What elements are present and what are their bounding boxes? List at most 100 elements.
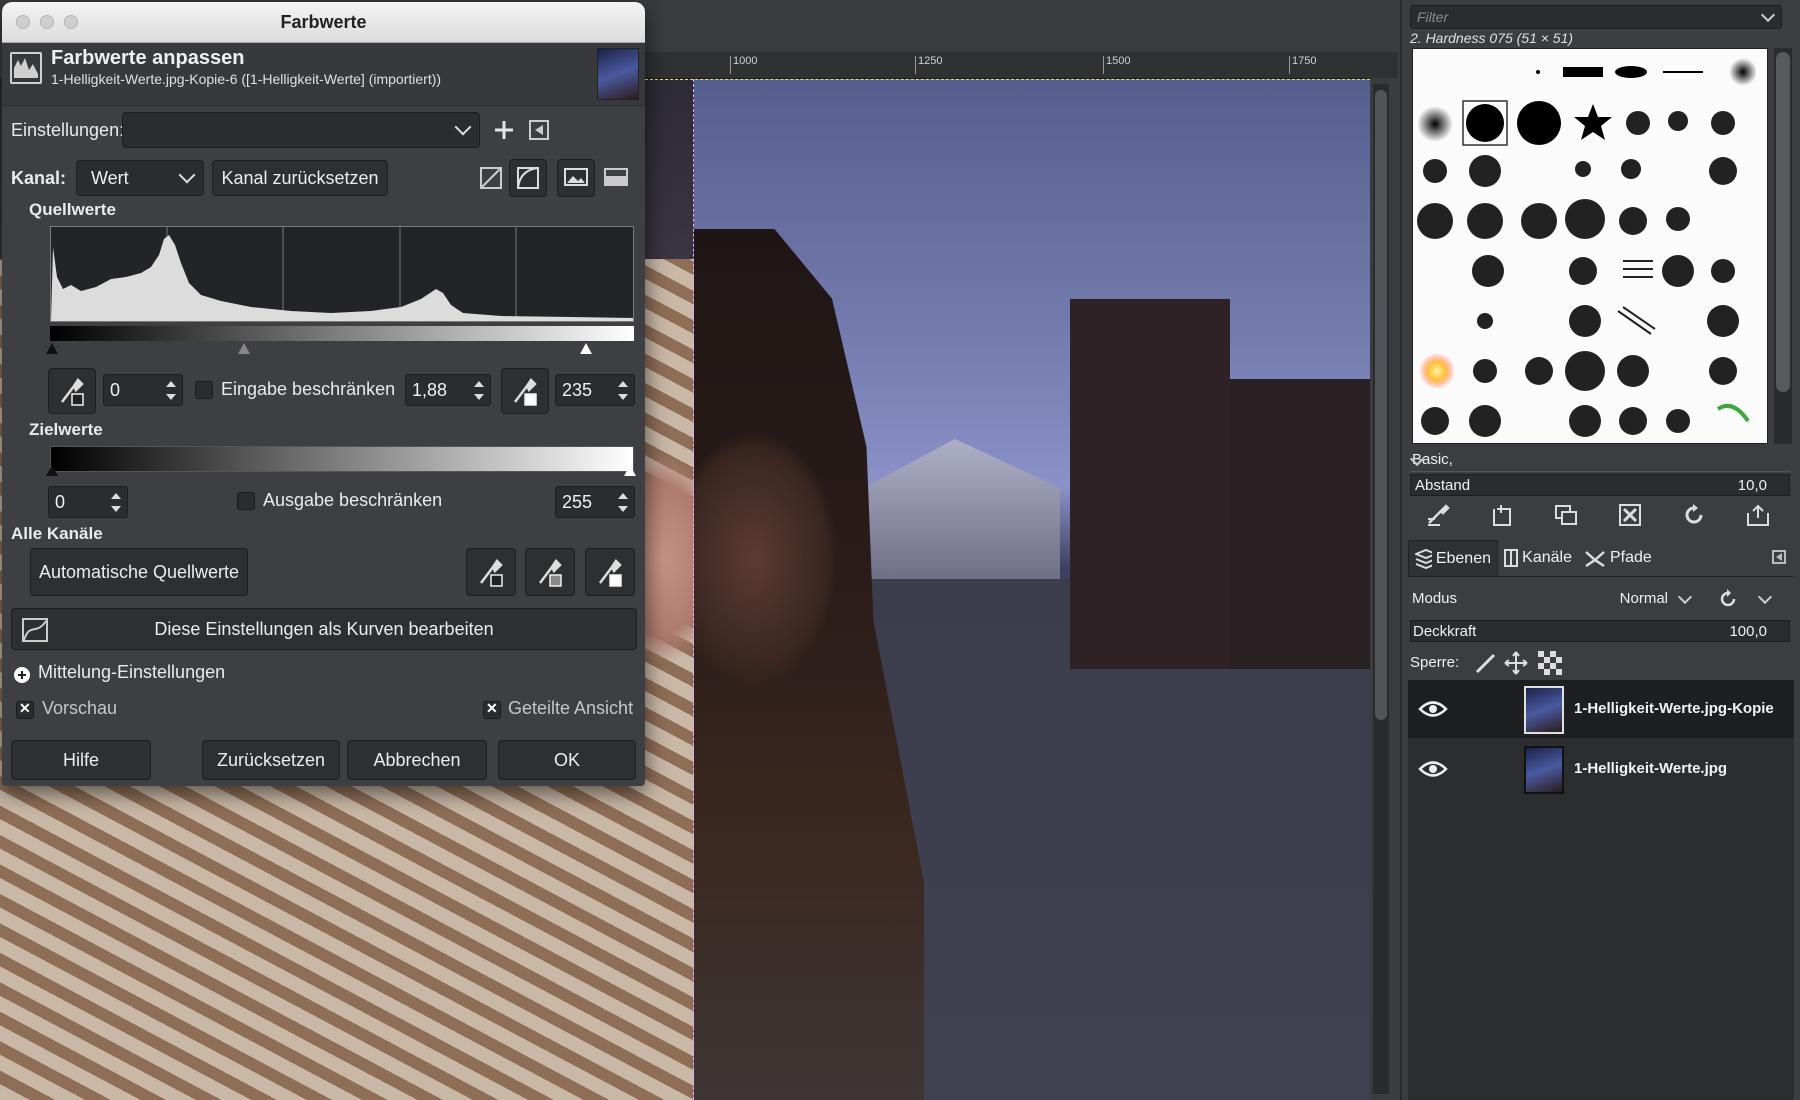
delete-brush-button[interactable] (1614, 500, 1646, 530)
ruler-tick (1103, 56, 1104, 74)
output-low-handle[interactable] (46, 465, 58, 476)
pick-black-point-button[interactable] (48, 368, 96, 414)
input-high-value: 235 (562, 380, 593, 400)
log-histogram-button[interactable] (509, 159, 547, 197)
lock-position-icon[interactable] (1504, 651, 1528, 675)
shipping-container (1230, 379, 1370, 669)
tab-kanaele[interactable]: Kanäle (1498, 540, 1578, 576)
dock-resize-handle[interactable] (1396, 600, 1402, 640)
auto-input-levels-button[interactable]: Automatische Quellwerte (30, 548, 248, 596)
help-button[interactable]: Hilfe (11, 740, 151, 780)
input-low-spinner[interactable]: 0 (103, 374, 183, 406)
edit-brush-button[interactable] (1422, 500, 1454, 530)
menu-triangle-icon (529, 120, 549, 140)
reset-button[interactable]: Zurücksetzen (202, 740, 340, 780)
spinner-arrows[interactable] (612, 487, 634, 517)
output-low-spinner[interactable]: 0 (48, 486, 128, 518)
histogram-view-button[interactable] (557, 159, 595, 197)
clamp-output-checkbox[interactable] (237, 492, 255, 510)
zoom-corner[interactable] (1370, 52, 1398, 78)
output-high-handle[interactable] (624, 465, 636, 476)
edit-brush-icon (1428, 504, 1450, 526)
input-high-handle[interactable] (580, 343, 592, 354)
spinner-arrows[interactable] (612, 375, 634, 405)
spinner-arrows[interactable] (105, 487, 127, 517)
lock-alpha-icon[interactable] (1538, 651, 1562, 675)
preview-checkbox[interactable] (16, 700, 34, 719)
eyedropper-white-icon (514, 378, 537, 406)
layer-row[interactable]: 1-Helligkeit-Werte.jpg-Kopie (1408, 680, 1794, 738)
mode-combo[interactable]: Normal (1608, 584, 1698, 614)
eye-icon[interactable] (1418, 758, 1448, 780)
split-view-label: Geteilte Ansicht (508, 698, 634, 718)
spacing-slider[interactable]: Abstand 10,0 (1410, 474, 1790, 496)
tent-building (850, 439, 1060, 579)
preview-label: Vorschau (42, 698, 118, 718)
output-sliders[interactable] (44, 464, 644, 478)
spinner-arrows[interactable] (160, 375, 182, 405)
tab-pfade[interactable]: Pfade (1578, 540, 1658, 576)
brush-grid[interactable] (1412, 48, 1768, 444)
auto-pick-black-button[interactable] (466, 548, 516, 596)
brush-preset-combo[interactable]: Basic, (1409, 448, 1790, 472)
scrollbar-thumb[interactable] (1375, 90, 1387, 720)
refresh-brushes-button[interactable] (1678, 500, 1710, 530)
preset-menu-button[interactable] (520, 111, 558, 149)
layer-name: 1-Helligkeit-Werte.jpg-Kopie (1574, 700, 1774, 717)
split-view-checkbox[interactable] (483, 700, 501, 719)
blending-options-expander[interactable]: Mittelung-Einstellungen (14, 662, 314, 686)
lock-pixels-icon[interactable] (1474, 652, 1496, 674)
open-brush-as-image-button[interactable] (1742, 500, 1774, 530)
chevron-down-icon[interactable] (1760, 7, 1776, 23)
input-gradient (50, 326, 634, 341)
input-sliders[interactable] (44, 342, 644, 356)
channel-combo[interactable]: Wert (76, 160, 204, 196)
tab-ebenen[interactable]: Ebenen (1408, 540, 1498, 576)
input-levels-heading: Quellwerte (29, 200, 116, 219)
mode-row: Modus Normal (1408, 580, 1794, 620)
dialog-titlebar[interactable]: Farbwerte (2, 2, 645, 43)
gamma-handle[interactable] (238, 343, 250, 354)
expand-plus-icon (14, 667, 30, 683)
duplicate-brush-button[interactable] (1550, 500, 1582, 530)
brush-scrollbar-thumb[interactable] (1776, 52, 1790, 392)
chevron-down-icon (178, 166, 196, 184)
eye-icon[interactable] (1418, 698, 1448, 720)
input-low-handle[interactable] (46, 343, 58, 354)
channels-icon (1504, 549, 1519, 567)
all-channels-heading: Alle Kanäle (11, 524, 103, 543)
split-view-line[interactable] (693, 79, 694, 1100)
histogram[interactable] (50, 226, 634, 322)
settings-combo[interactable] (122, 112, 480, 148)
layer-row[interactable]: 1-Helligkeit-Werte.jpg (1408, 740, 1794, 798)
gamma-spinner[interactable]: 1,88 (405, 374, 491, 406)
new-brush-button[interactable] (1486, 500, 1518, 530)
brush-filter-input[interactable]: Filter (1410, 5, 1782, 29)
dock-menu-button[interactable] (1772, 550, 1786, 564)
cancel-button[interactable]: Abbrechen (347, 740, 487, 780)
add-preset-button[interactable] (485, 111, 523, 149)
layer-name: 1-Helligkeit-Werte.jpg (1574, 760, 1728, 777)
input-high-spinner[interactable]: 235 (555, 374, 635, 406)
spinner-arrows[interactable] (468, 375, 490, 405)
linear-histogram-button[interactable] (472, 159, 510, 197)
filter-placeholder: Filter (1417, 9, 1449, 25)
pick-white-point-button[interactable] (501, 368, 549, 414)
lock-row: Sperre: (1410, 648, 1790, 678)
edit-as-curves-button[interactable]: Diese Einstellungen als Kurven bearbeite… (11, 608, 637, 650)
clamp-input-checkbox[interactable] (195, 381, 213, 399)
auto-pick-gray-button[interactable] (525, 548, 575, 596)
mode-value: Normal (1619, 590, 1668, 607)
right-dock: Filter 2. Hardness 075 (51 × 51) Basic, … (1400, 0, 1800, 1100)
layers-icon (1415, 548, 1432, 569)
levels-icon (10, 52, 42, 84)
ok-button[interactable]: OK (498, 740, 636, 780)
layers-list: 1-Helligkeit-Werte.jpg-Kopie 1-Helligkei… (1408, 680, 1794, 1100)
layers-dock-tabs: Ebenen Kanäle Pfade (1408, 540, 1794, 577)
output-high-spinner[interactable]: 255 (555, 486, 635, 518)
histogram-alt-view-button[interactable] (597, 159, 635, 197)
opacity-slider[interactable]: Deckkraft 100,0 (1410, 620, 1790, 642)
reset-channel-button[interactable]: Kanal zurücksetzen (212, 160, 388, 196)
auto-pick-white-button[interactable] (585, 548, 635, 596)
mode-reset-button[interactable] (1708, 584, 1788, 614)
